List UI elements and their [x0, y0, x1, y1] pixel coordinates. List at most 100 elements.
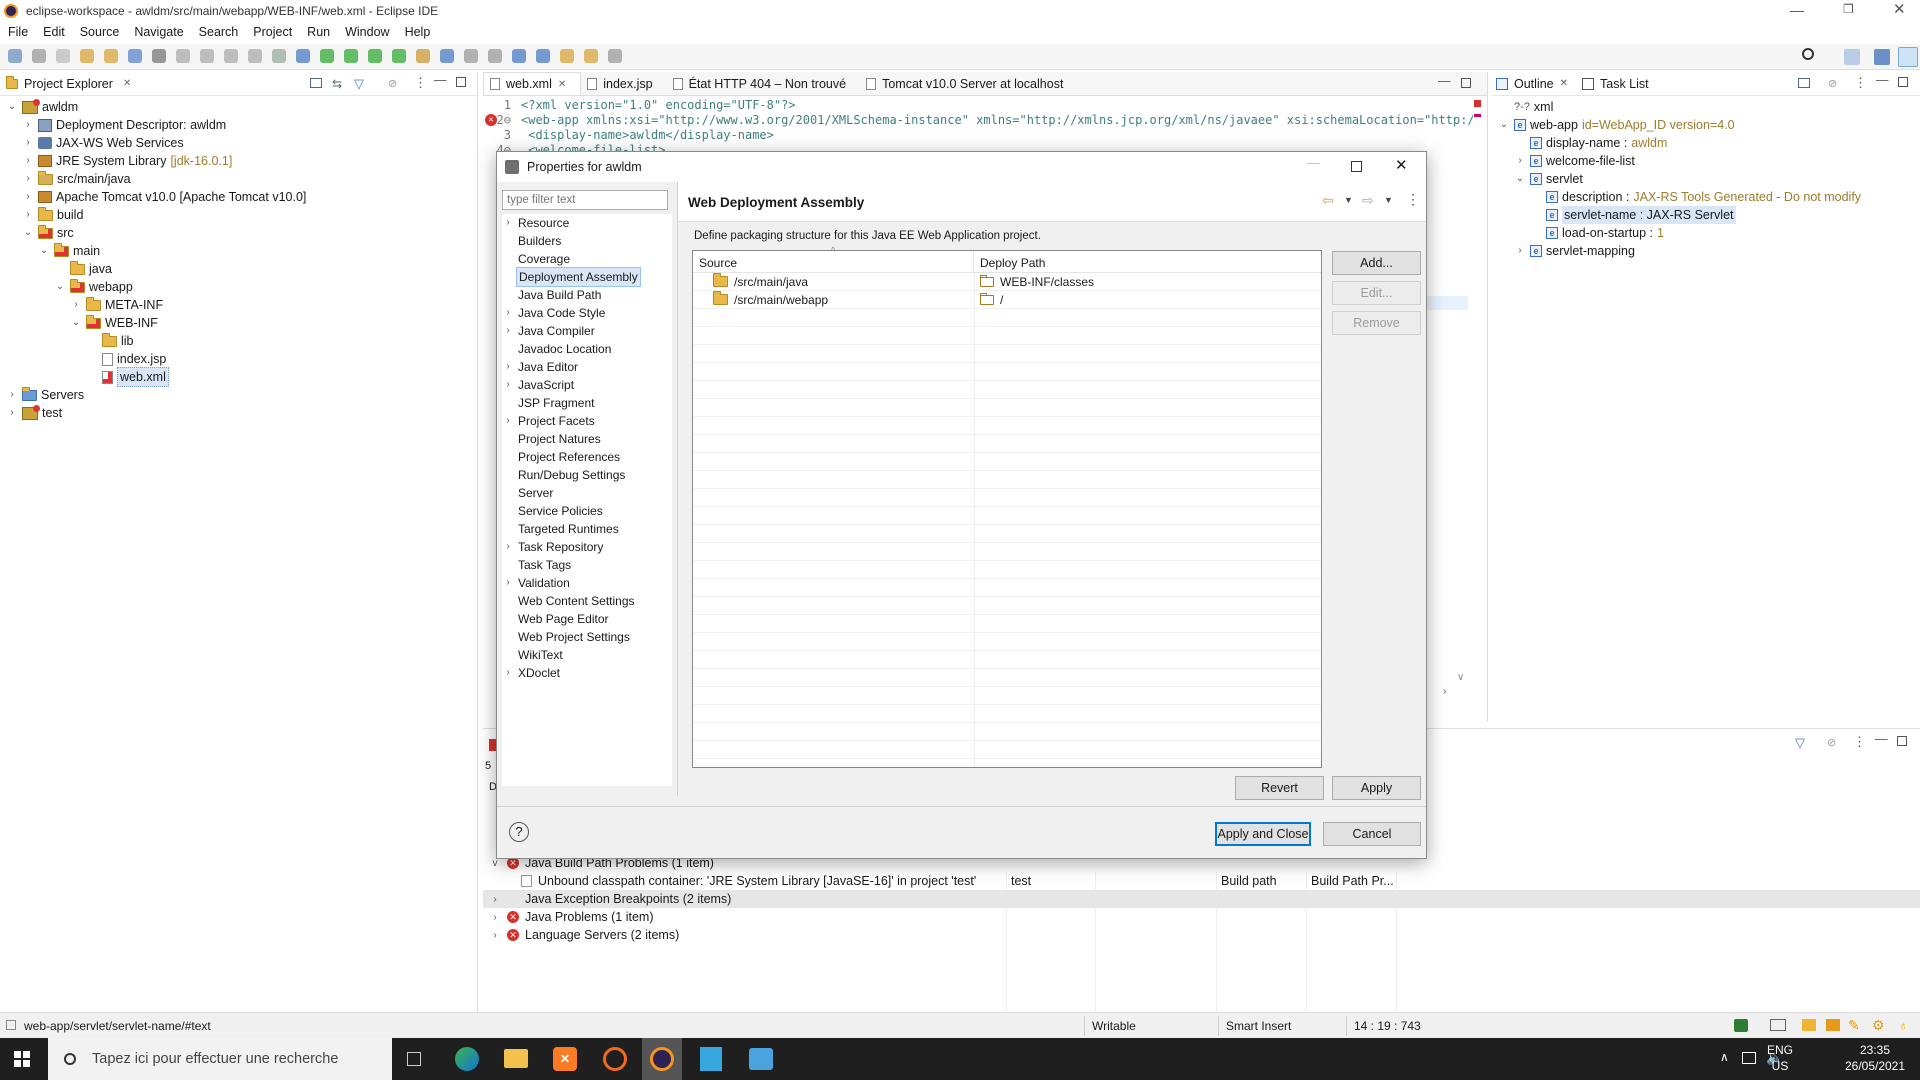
- tree-item-servers[interactable]: › Servers: [6, 386, 84, 404]
- debug-icon[interactable]: [320, 49, 334, 63]
- external-tools-icon[interactable]: [392, 49, 406, 63]
- run-icon[interactable]: [344, 49, 358, 63]
- tab-task-list[interactable]: Task List: [1600, 77, 1649, 91]
- last-edit-icon[interactable]: [536, 49, 550, 63]
- chevron-down-icon[interactable]: ⌄: [1514, 170, 1526, 188]
- editor-scroll-right-icon[interactable]: ›: [1443, 686, 1446, 697]
- task-view-icon[interactable]: [407, 1052, 421, 1066]
- bookmark-icon[interactable]: [1802, 1019, 1816, 1031]
- previous-annotation-icon[interactable]: [512, 49, 526, 63]
- add-button[interactable]: Add...: [1332, 251, 1421, 275]
- table-row[interactable]: /src/main/webapp /: [693, 291, 1321, 309]
- open-type-icon[interactable]: [80, 49, 94, 63]
- outline-item[interactable]: e load-on-startup :1: [1530, 224, 1664, 242]
- table-row[interactable]: [693, 381, 1321, 399]
- outline-item[interactable]: ⌄ e servlet: [1514, 170, 1583, 188]
- nav-item-javascript[interactable]: › JavaScript: [502, 376, 576, 394]
- terminate-icon[interactable]: [224, 49, 238, 63]
- code-line[interactable]: ✕ 2⊖ <web-app xmlns:xsi="http://www.w3.org…: [483, 113, 1473, 128]
- chevron-right-icon[interactable]: ›: [489, 930, 501, 941]
- tray-chevron-icon[interactable]: ∧: [1720, 1050, 1729, 1064]
- new-class-icon[interactable]: [440, 49, 454, 63]
- nav-item-targeted-runtimes[interactable]: Targeted Runtimes: [502, 520, 621, 538]
- menu-window[interactable]: Window: [345, 25, 389, 39]
- nav-item-project-natures[interactable]: Project Natures: [502, 430, 603, 448]
- maximize-view-icon[interactable]: [1898, 77, 1908, 87]
- code-line[interactable]: 3 <display-name>awldm</display-name>: [483, 128, 1473, 143]
- chevron-down-icon[interactable]: ⌄: [38, 242, 50, 260]
- new-server-icon[interactable]: [416, 49, 430, 63]
- overview-ruler-error-marker[interactable]: [1474, 100, 1481, 107]
- nav-item-validation[interactable]: › Validation: [502, 574, 572, 592]
- table-row[interactable]: [693, 615, 1321, 633]
- page-menu-icon[interactable]: ⋮: [1406, 191, 1420, 208]
- chevron-right-icon[interactable]: ›: [502, 214, 514, 232]
- table-row[interactable]: [693, 561, 1321, 579]
- nav-item-web-project-settings[interactable]: Web Project Settings: [502, 628, 632, 646]
- tree-item-deployment-descriptor-awldm[interactable]: › Deployment Descriptor: awldm: [22, 116, 226, 134]
- chevron-right-icon[interactable]: ›: [502, 574, 514, 592]
- minimize-button[interactable]: —: [1790, 2, 1804, 18]
- tip-icon[interactable]: ♁: [1898, 1017, 1909, 1033]
- save-all-icon[interactable]: [56, 49, 70, 63]
- open-perspective-icon[interactable]: [1844, 49, 1860, 65]
- chevron-right-icon[interactable]: ›: [22, 170, 34, 188]
- close-window-button[interactable]: ✕: [1893, 0, 1906, 18]
- apply-button[interactable]: Apply: [1332, 776, 1421, 800]
- network-icon[interactable]: [1742, 1052, 1756, 1064]
- table-row[interactable]: [693, 471, 1321, 489]
- table-row[interactable]: [693, 543, 1321, 561]
- gear-icon[interactable]: ⚙: [1872, 1017, 1885, 1034]
- nav-item-coverage[interactable]: Coverage: [502, 250, 572, 268]
- editor-scroll-down-icon[interactable]: ∨: [1457, 672, 1464, 683]
- windows-start-icon[interactable]: [14, 1051, 30, 1067]
- step-over-icon[interactable]: [296, 49, 310, 63]
- maximize-view-icon[interactable]: [1897, 736, 1907, 746]
- dialog-close-button[interactable]: ✕: [1395, 156, 1408, 174]
- taskbar-app-icon[interactable]: [749, 1048, 773, 1070]
- chevron-right-icon[interactable]: ›: [502, 664, 514, 682]
- forward-icon[interactable]: [584, 49, 598, 63]
- nav-item-task-repository[interactable]: › Task Repository: [502, 538, 605, 556]
- table-row[interactable]: [693, 417, 1321, 435]
- java-ee-perspective-icon[interactable]: [1874, 49, 1890, 65]
- maximize-view-icon[interactable]: [456, 77, 466, 87]
- chevron-down-icon[interactable]: ⌄: [6, 98, 18, 116]
- remove-button[interactable]: Remove: [1332, 311, 1421, 335]
- app-icon[interactable]: [603, 1047, 627, 1071]
- tree-item-webapp[interactable]: ⌄ webapp: [54, 278, 133, 296]
- close-icon[interactable]: ✕: [1560, 78, 1568, 89]
- outline-item[interactable]: e servlet-name : JAX-RS Servlet: [1530, 206, 1736, 224]
- dialog-minimize-button[interactable]: —: [1307, 156, 1320, 170]
- tree-item-apache-tomcat-v10-0-apache-tomcat-v10-0-[interactable]: › Apache Tomcat v10.0 [Apache Tomcat v10.…: [22, 188, 306, 206]
- tree-item-jre-system-library[interactable]: › JRE System Library [jdk-16.0.1]: [22, 152, 232, 170]
- chevron-down-icon[interactable]: ⌄: [70, 314, 82, 332]
- focus-icon[interactable]: ⊘: [1827, 736, 1836, 749]
- chevron-right-icon[interactable]: ›: [502, 322, 514, 340]
- status-insert-mode[interactable]: Smart Insert: [1226, 1019, 1291, 1033]
- tree-item-java[interactable]: java: [54, 260, 112, 278]
- disconnect-icon[interactable]: [248, 49, 262, 63]
- apply-and-close-button[interactable]: Apply and Close: [1215, 822, 1311, 846]
- chevron-down-icon[interactable]: ⌄: [1498, 116, 1510, 134]
- chevron-down-icon[interactable]: ▼: [1344, 195, 1353, 205]
- chevron-down-icon[interactable]: ▼: [1384, 195, 1393, 205]
- chevron-right-icon[interactable]: ›: [70, 296, 82, 314]
- file-explorer-icon[interactable]: [504, 1049, 528, 1068]
- nav-item-jsp-fragment[interactable]: JSP Fragment: [502, 394, 596, 412]
- minimize-view-icon[interactable]: —: [1876, 73, 1889, 87]
- tree-item-web-xml[interactable]: web.xml: [86, 367, 169, 387]
- restore-button[interactable]: ❐: [1843, 2, 1854, 16]
- java-perspective-icon[interactable]: [1898, 47, 1918, 67]
- nav-item-web-page-editor[interactable]: Web Page Editor: [502, 610, 611, 628]
- nav-item-wikitext[interactable]: WikiText: [502, 646, 565, 664]
- table-row[interactable]: [693, 705, 1321, 723]
- outline-item[interactable]: › e servlet-mapping: [1514, 242, 1635, 260]
- close-icon[interactable]: ✕: [123, 78, 131, 89]
- table-row[interactable]: [693, 309, 1321, 327]
- code-line[interactable]: 1 <?xml version="1.0" encoding="UTF-8"?>: [483, 98, 1473, 113]
- pin-icon[interactable]: [608, 49, 622, 63]
- table-row[interactable]: [693, 489, 1321, 507]
- search-icon[interactable]: [464, 49, 478, 63]
- nav-item-builders[interactable]: Builders: [502, 232, 563, 250]
